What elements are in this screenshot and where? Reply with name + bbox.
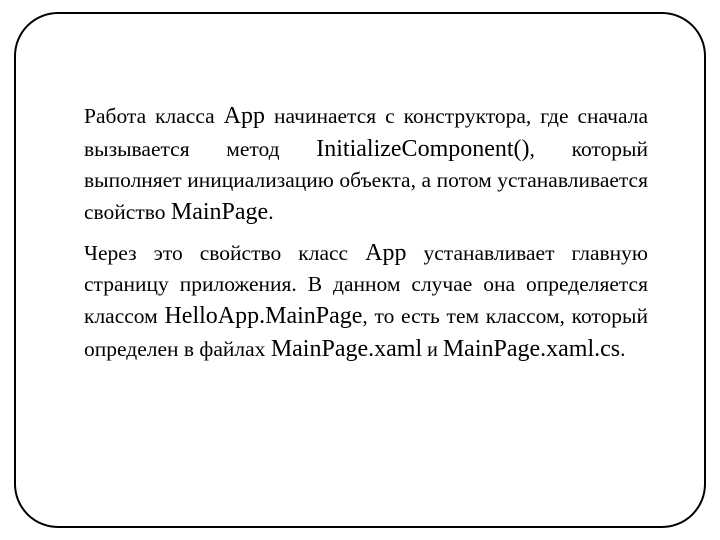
text: Работа класса <box>84 104 224 128</box>
keyword-app: App <box>365 240 406 266</box>
text: и <box>422 339 443 361</box>
text: . <box>268 200 273 224</box>
keyword-mainpage: MainPage <box>171 199 268 225</box>
keyword-initialize-component: InitializeComponent() <box>316 136 529 162</box>
keyword-app: App <box>224 103 265 129</box>
keyword-helloapp-mainpage: HelloApp.MainPage <box>164 303 362 329</box>
keyword-mainpage-xaml: MainPage.xaml <box>271 336 422 362</box>
keyword-mainpage-xaml-cs: MainPage.xaml.cs <box>443 336 620 362</box>
paragraph-1: Работа класса App начинается с конструкт… <box>84 100 648 229</box>
text: . <box>620 337 625 361</box>
paragraph-2: Через это свойство класс App устанавлива… <box>84 237 648 366</box>
slide-card: Работа класса App начинается с конструкт… <box>14 12 706 528</box>
text: Через это свойство класс <box>84 241 365 265</box>
